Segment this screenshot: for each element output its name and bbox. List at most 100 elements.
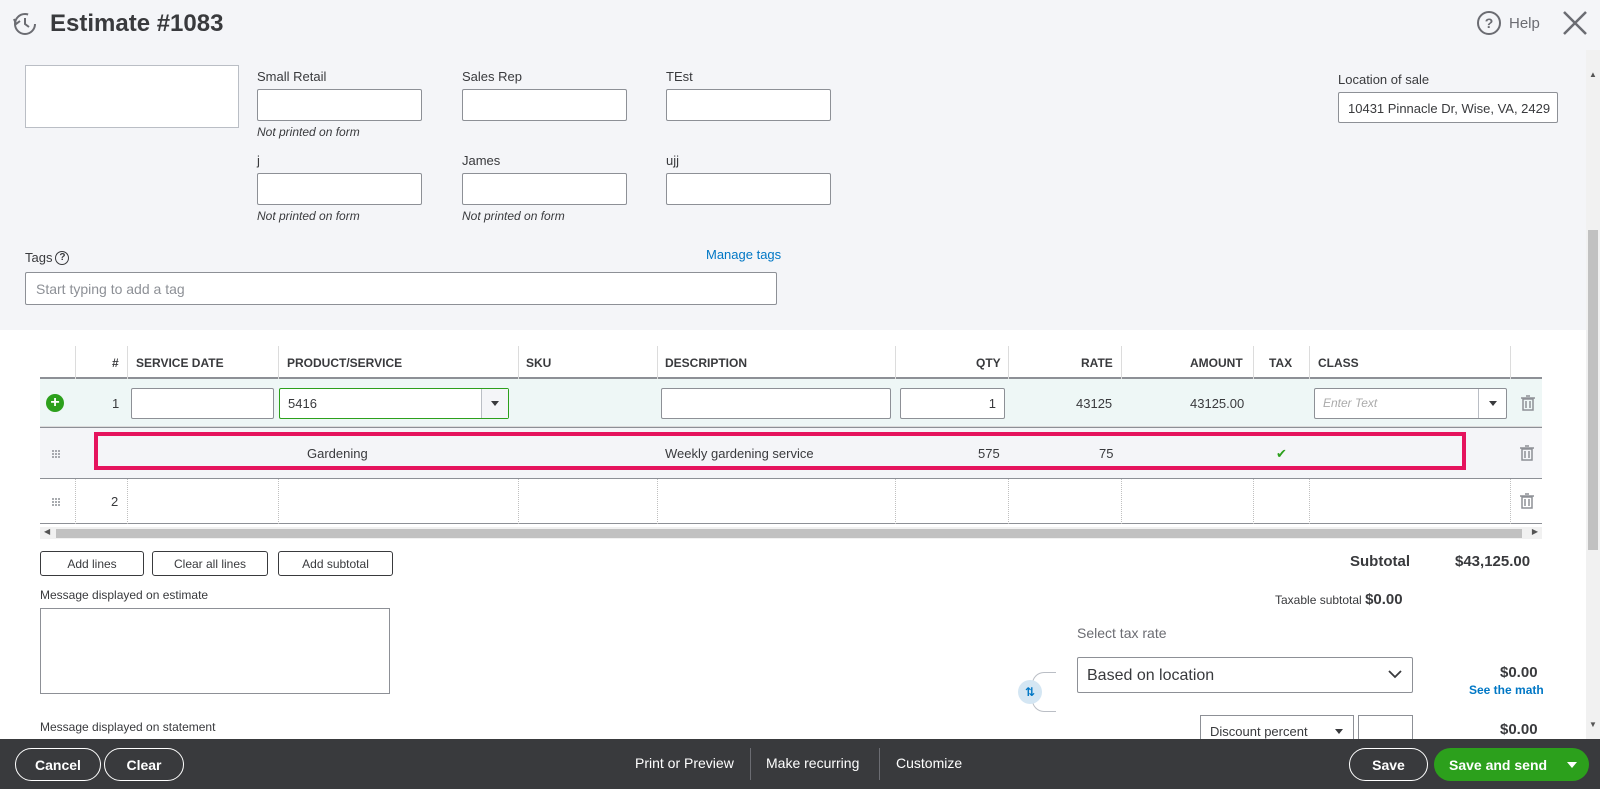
sub-product: Gardening [307,446,368,461]
vertical-scrollbar[interactable]: ▲ ▼ [1586,50,1600,740]
save-and-send-label: Save and send [1449,757,1548,773]
test-input[interactable] [666,89,831,121]
chevron-down-icon[interactable] [481,389,508,418]
field-note: Not printed on form [462,209,565,223]
col-header-rate: RATE [1081,356,1113,370]
col-header-num: # [112,356,119,370]
message-estimate-label: Message displayed on estimate [40,588,209,602]
add-subtotal-button[interactable]: Add subtotal [278,551,393,576]
drag-handle-icon[interactable] [51,497,61,507]
help-icon: ? [1477,11,1501,35]
table-row[interactable]: 2 [40,479,1542,524]
sub-description: Weekly gardening service [665,446,814,461]
clear-all-lines-button[interactable]: Clear all lines [152,551,268,576]
sales-rep-input[interactable] [462,89,627,121]
small-retail-input[interactable] [257,89,422,121]
message-estimate-input[interactable] [40,608,390,694]
qty-input[interactable]: 1 [900,388,1005,419]
subtotal-value: $43,125.00 [1455,553,1531,570]
col-header-qty: QTY [976,356,1001,370]
see-the-math-link[interactable]: See the math [1469,683,1544,697]
scrollbar-thumb[interactable] [1588,230,1598,550]
custom-field-test: TEst [666,69,831,121]
row-number: 1 [112,396,120,411]
sub-rate: 75 [1099,446,1114,461]
field-label: j [257,153,260,168]
taxable-label: Taxable subtotal [1275,593,1362,607]
trash-icon[interactable] [1520,493,1534,509]
col-header-tax: TAX [1269,356,1293,370]
service-date-input[interactable] [131,388,274,419]
custom-field-j: j Not printed on form [257,153,422,223]
chevron-down-icon[interactable] [1567,762,1577,768]
field-label: Small Retail [257,69,327,84]
header-fields-area: Small Retail Not printed on form Sales R… [0,50,1586,330]
print-preview-link[interactable]: Print or Preview [635,755,734,771]
table-row[interactable]: + 1 5416 1 43125 43125.00 Enter Text [40,379,1542,427]
clear-button[interactable]: Clear [104,748,184,781]
table-row[interactable]: Gardening Weekly gardening service 575 7… [40,427,1542,479]
save-and-send-button[interactable]: Save and send [1434,748,1589,781]
col-header-class: CLASS [1318,356,1359,370]
customize-link[interactable]: Customize [896,755,962,771]
horizontal-scrollbar[interactable]: ◀ ▶ [40,527,1542,539]
chevron-down-icon[interactable] [1478,389,1506,418]
field-note: Not printed on form [257,209,360,223]
ujj-input[interactable] [666,173,831,205]
manage-tags-link[interactable]: Manage tags [706,247,781,262]
message-statement-label: Message displayed on statement [40,720,216,734]
location-of-sale: Location of sale 10431 Pinnacle Dr, Wise… [1338,72,1558,123]
tags-label: Tags ? [25,250,70,265]
james-input[interactable] [462,173,627,205]
tax-rate-select[interactable]: Based on location [1077,657,1413,693]
trash-icon[interactable] [1520,445,1534,461]
select-tax-label: Select tax rate [1077,625,1167,641]
table-header: # SERVICE DATE PRODUCT/SERVICE SKU DESCR… [40,346,1542,379]
col-header-amount: AMOUNT [1190,356,1243,370]
j-input[interactable] [257,173,422,205]
add-row-icon[interactable]: + [46,394,64,412]
trash-icon[interactable] [1521,395,1535,411]
swap-order-icon[interactable]: ⇅ [1018,680,1042,704]
page-title: Estimate #1083 [50,10,224,37]
field-note: Not printed on form [257,125,360,139]
scroll-down-icon[interactable]: ▼ [1589,720,1597,729]
description-input[interactable] [661,388,891,419]
row-number: 2 [111,494,119,509]
discount-amount: $0.00 [1500,721,1538,738]
scroll-left-icon[interactable]: ◀ [44,527,50,536]
amount-value[interactable]: 43125.00 [1190,396,1244,411]
field-label: ujj [666,153,680,168]
tags-input[interactable]: Start typing to add a tag [25,272,777,305]
chevron-down-icon [1388,670,1402,679]
custom-field-small-retail: Small Retail Not printed on form [257,69,422,139]
class-select[interactable]: Enter Text [1314,388,1507,419]
scroll-up-icon[interactable]: ▲ [1589,70,1597,79]
help-button[interactable]: ? Help [1477,11,1540,35]
history-icon[interactable] [12,11,38,37]
col-header-product: PRODUCT/SERVICE [287,356,403,370]
location-input[interactable]: 10431 Pinnacle Dr, Wise, VA, 2429 [1338,92,1558,123]
make-recurring-link[interactable]: Make recurring [766,755,859,771]
subtotal-label: Subtotal [1350,553,1410,570]
col-header-sku: SKU [526,356,552,370]
add-lines-button[interactable]: Add lines [40,551,144,576]
scroll-right-icon[interactable]: ▶ [1532,527,1538,536]
cancel-button[interactable]: Cancel [15,748,101,781]
footer-bar: Cancel Clear Print or Preview Make recur… [0,739,1600,789]
header: Estimate #1083 ? Help [0,0,1600,50]
tax-amount: $0.00 [1500,664,1538,681]
custom-field-ujj: ujj [666,153,831,205]
sub-qty: 575 [978,446,1000,461]
col-header-service-date: SERVICE DATE [136,356,224,370]
save-button[interactable]: Save [1349,748,1428,781]
billing-address-box[interactable] [25,65,239,128]
rate-value[interactable]: 43125 [1076,396,1112,411]
scrollbar-thumb[interactable] [56,529,1522,538]
product-service-select[interactable]: 5416 [279,388,509,419]
drag-handle-icon[interactable] [51,449,61,459]
close-icon[interactable] [1561,8,1589,38]
field-label: James [462,153,501,168]
tags-help-icon[interactable]: ? [55,250,70,265]
line-items-table: # SERVICE DATE PRODUCT/SERVICE SKU DESCR… [40,346,1542,524]
